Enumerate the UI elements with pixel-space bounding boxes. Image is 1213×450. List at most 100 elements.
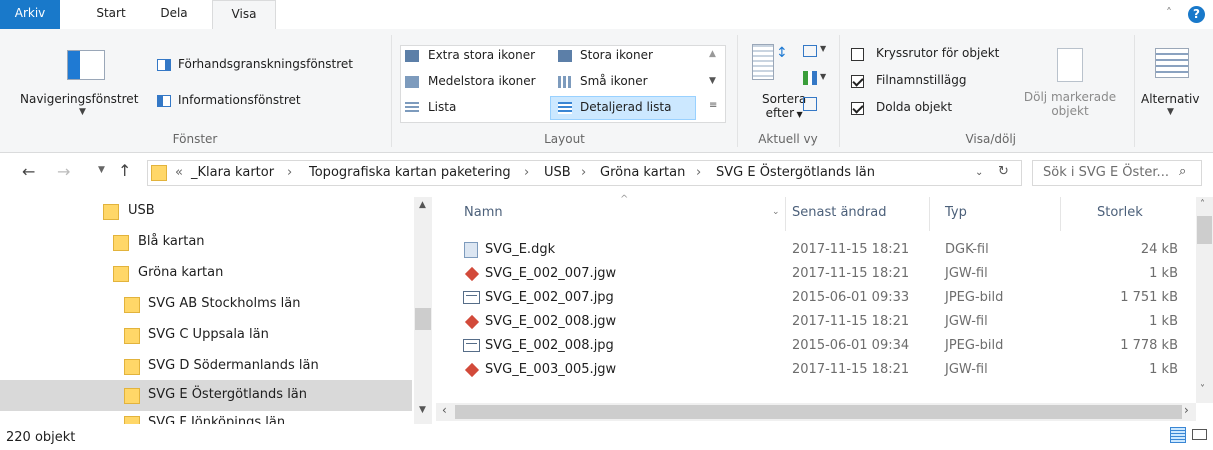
horizontal-scrollbar-thumb[interactable] — [455, 405, 1182, 419]
breadcrumb-topografiska[interactable]: Topografiska kartan paketering — [309, 165, 511, 180]
search-icon[interactable]: ⌕ — [1179, 164, 1186, 179]
breadcrumb-overflow[interactable]: « — [175, 165, 183, 180]
gallery-scroll-down-icon[interactable]: ▼ — [709, 76, 716, 86]
nav-item-usb[interactable]: USB — [0, 197, 416, 227]
add-columns-icon[interactable] — [803, 71, 817, 85]
recent-locations-chevron-icon[interactable]: ▼ — [98, 165, 105, 175]
extra-large-icons-icon — [405, 50, 419, 62]
column-header-date[interactable]: Senast ändrad — [792, 205, 886, 220]
chevron-down-icon[interactable]: ▼ — [79, 107, 86, 117]
file-row[interactable]: SVG_E_002_007.jpg 2015-06-01 09:33 JPEG-… — [460, 286, 1195, 310]
nav-item-svg-d[interactable]: SVG D Södermanlands län — [0, 352, 416, 382]
file-row[interactable]: SVG_E_002_008.jpg 2015-06-01 09:34 JPEG-… — [460, 334, 1195, 358]
scroll-left-icon[interactable]: ‹ — [442, 403, 447, 417]
group-label-panes: Fönster — [172, 132, 218, 146]
group-separator — [839, 35, 840, 147]
help-icon[interactable]: ? — [1188, 6, 1205, 23]
breadcrumb-separator-icon[interactable]: › — [524, 165, 529, 180]
breadcrumb-usb[interactable]: USB — [544, 165, 571, 180]
scroll-down-icon[interactable]: ˅ — [1200, 384, 1205, 395]
file-row[interactable]: SVG_E.dgk 2017-11-15 18:21 DGK-fil 24 kB — [460, 238, 1195, 262]
column-header-name[interactable]: Namn — [464, 205, 503, 220]
nav-item-svg-e-selected[interactable]: SVG E Östergötlands län — [0, 380, 412, 411]
options-button[interactable]: Alternativ — [1141, 92, 1199, 106]
hidden-items-checkbox[interactable] — [851, 102, 864, 115]
file-name: SVG_E_002_008.jpg — [485, 338, 614, 353]
nav-item-svg-f[interactable]: SVG F Jönköpings län — [0, 413, 416, 424]
column-header-type[interactable]: Typ — [945, 205, 967, 220]
breadcrumb-grona-kartan[interactable]: Gröna kartan — [600, 165, 685, 180]
file-size: 24 kB — [1140, 242, 1178, 257]
gallery-scroll-up-icon[interactable]: ▲ — [709, 49, 716, 59]
tab-share[interactable]: Dela — [150, 0, 198, 29]
nav-scrollbar-thumb[interactable] — [415, 308, 431, 330]
chevron-down-icon[interactable]: ▼ — [1167, 107, 1174, 117]
scroll-down-icon[interactable]: ▼ — [419, 405, 426, 415]
file-type: JPEG-bild — [945, 290, 1004, 305]
column-divider[interactable] — [785, 197, 786, 231]
up-arrow-icon[interactable]: ↑ — [118, 161, 131, 180]
options-icon — [1155, 48, 1189, 78]
sort-arrow-icon: ↕ — [776, 45, 788, 61]
breadcrumb-separator-icon[interactable]: › — [287, 165, 292, 180]
sort-by-button[interactable]: Sortera efter ▼ — [762, 92, 806, 122]
breadcrumb-separator-icon[interactable]: › — [696, 165, 701, 180]
navigation-pane-button[interactable]: Navigeringsfönstret — [20, 92, 138, 106]
hide-selected-button[interactable]: Dölj markerade objekt — [1016, 90, 1124, 118]
file-date: 2015-06-01 09:34 — [792, 338, 910, 353]
sort-label-line1: Sortera — [762, 92, 807, 106]
tab-file[interactable]: Arkiv — [0, 0, 60, 29]
tab-view[interactable]: Visa — [212, 0, 276, 30]
column-divider[interactable] — [1060, 197, 1061, 231]
file-row[interactable]: SVG_E_003_005.jgw 2017-11-15 18:21 JGW-f… — [460, 358, 1195, 382]
preview-pane-button[interactable]: Förhandsgranskningsfönstret — [178, 57, 353, 71]
file-type: JGW-fil — [945, 266, 988, 281]
layout-small-icons[interactable]: Små ikoner — [580, 74, 648, 88]
file-name: SVG_E_002_007.jgw — [485, 266, 617, 281]
large-icons-view-icon[interactable] — [1192, 429, 1207, 440]
scroll-up-icon[interactable]: ˄ — [1200, 199, 1205, 210]
navigation-pane-icon[interactable] — [67, 50, 105, 80]
gallery-expand-icon[interactable]: ≡ — [709, 100, 717, 111]
column-filter-chevron-icon[interactable]: ⌄ — [772, 207, 780, 217]
breadcrumb-klara-kartor[interactable]: _Klara kartor — [191, 165, 274, 180]
size-columns-icon[interactable] — [803, 97, 817, 111]
refresh-icon[interactable]: ↻ — [998, 164, 1009, 179]
sort-by-icon — [752, 44, 774, 80]
file-list-scrollbar-thumb[interactable] — [1197, 216, 1212, 244]
breadcrumb-separator-icon[interactable]: › — [581, 165, 586, 180]
file-name: SVG_E_002_007.jpg — [485, 290, 614, 305]
nav-item-svg-c[interactable]: SVG C Uppsala län — [0, 321, 416, 351]
details-pane-button[interactable]: Informationsfönstret — [178, 93, 301, 107]
medium-icons-icon — [405, 76, 419, 88]
layout-medium-icons[interactable]: Medelstora ikoner — [428, 74, 536, 88]
layout-extra-large-icons[interactable]: Extra stora ikoner — [428, 48, 535, 62]
ribbon-collapse-icon[interactable]: ˄ — [1166, 6, 1172, 20]
scroll-right-icon[interactable]: › — [1184, 403, 1189, 417]
breadcrumb-current-folder[interactable]: SVG E Östergötlands län — [716, 165, 875, 180]
details-view-icon[interactable] — [1170, 427, 1186, 443]
column-divider[interactable] — [929, 197, 930, 231]
back-arrow-icon[interactable]: ← — [22, 162, 35, 181]
group-by-icon[interactable] — [803, 45, 817, 57]
address-history-chevron-icon[interactable]: ⌄ — [975, 167, 983, 178]
column-header-size[interactable]: Storlek — [1097, 205, 1143, 220]
layout-large-icons[interactable]: Stora ikoner — [580, 48, 653, 62]
sort-ascending-icon: ^ — [620, 194, 629, 205]
nav-item-grona-kartan[interactable]: Gröna kartan — [0, 259, 416, 289]
layout-list[interactable]: Lista — [428, 100, 456, 114]
file-row[interactable]: SVG_E_002_007.jgw 2017-11-15 18:21 JGW-f… — [460, 262, 1195, 286]
file-size: 1 kB — [1149, 362, 1178, 377]
scroll-up-icon[interactable]: ▲ — [419, 200, 426, 210]
item-checkboxes-checkbox[interactable] — [851, 48, 864, 61]
nav-item-bla-kartan[interactable]: Blå kartan — [0, 228, 416, 258]
nav-item-svg-ab[interactable]: SVG AB Stockholms län — [0, 290, 416, 320]
details-list-icon — [558, 102, 572, 114]
forward-arrow-icon[interactable]: → — [57, 162, 70, 181]
ribbon: Navigeringsfönstret ▼ Förhandsgranskning… — [0, 29, 1213, 153]
file-row[interactable]: SVG_E_002_008.jgw 2017-11-15 18:21 JGW-f… — [460, 310, 1195, 334]
tab-home[interactable]: Start — [86, 0, 136, 29]
sort-label-line2: efter — [765, 106, 794, 120]
layout-details[interactable]: Detaljerad lista — [580, 100, 671, 114]
file-extensions-checkbox[interactable] — [851, 75, 864, 88]
